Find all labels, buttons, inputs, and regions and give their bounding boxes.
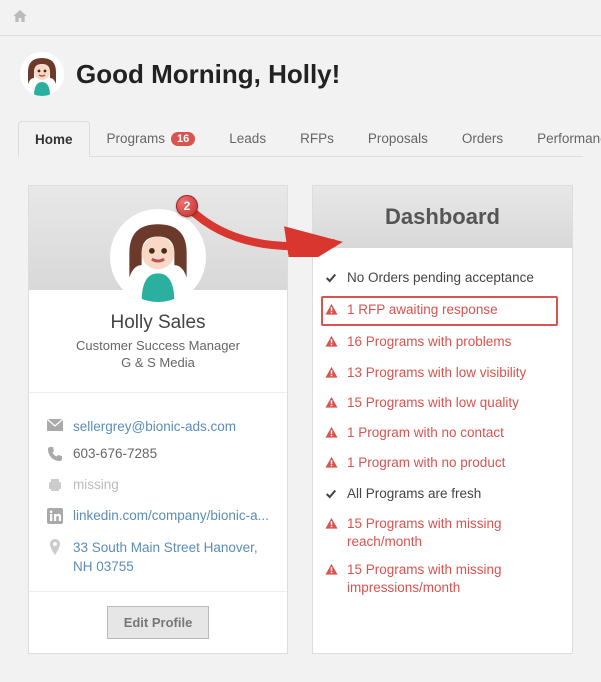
warning-icon	[325, 303, 339, 321]
dashboard-item[interactable]: All Programs are fresh	[325, 480, 554, 510]
avatar	[20, 52, 64, 96]
check-icon	[325, 271, 339, 289]
phone-icon	[47, 446, 63, 465]
dashboard-item-text: 15 Programs with missing reach/month	[347, 515, 554, 551]
contact-address: 33 South Main Street Hanover, NH 03755	[47, 533, 269, 583]
tab-proposals[interactable]: Proposals	[351, 120, 445, 156]
dashboard-item[interactable]: No Orders pending acceptance	[325, 264, 554, 294]
contact-linkedin: linkedin.com/company/bionic-a...	[47, 502, 269, 533]
dashboard-item[interactable]: 13 Programs with low visibility	[325, 359, 554, 389]
dashboard-item-text: No Orders pending acceptance	[347, 269, 534, 287]
warning-icon	[325, 563, 339, 581]
edit-profile-button[interactable]: Edit Profile	[107, 606, 210, 639]
tab-rfps[interactable]: RFPs	[283, 120, 351, 156]
dashboard-item[interactable]: 16 Programs with problems	[325, 328, 554, 358]
tab-orders[interactable]: Orders	[445, 120, 520, 156]
warning-icon	[325, 366, 339, 384]
dashboard-item-text: 13 Programs with low visibility	[347, 364, 526, 382]
card-footer: Edit Profile	[29, 591, 287, 653]
profile-header	[29, 186, 287, 290]
linkedin-link[interactable]: linkedin.com/company/bionic-a...	[73, 508, 269, 523]
profile-card: Holly Sales Customer Success Manager G &…	[28, 185, 288, 654]
contact-list: sellergrey@bionic-ads.com 603-676-7285 m…	[29, 401, 287, 591]
tab-leads[interactable]: Leads	[212, 120, 283, 156]
top-bar	[0, 0, 601, 36]
dashboard-item[interactable]: 15 Programs with missing impressions/mon…	[325, 556, 554, 602]
map-pin-icon	[47, 539, 63, 558]
page-header: Good Morning, Holly!	[0, 36, 601, 120]
tab-programs[interactable]: Programs16	[90, 120, 213, 156]
address-link[interactable]: 33 South Main Street Hanover, NH 03755	[73, 539, 269, 577]
home-icon[interactable]	[12, 11, 28, 27]
dashboard-item-text: 1 Program with no contact	[347, 424, 504, 442]
warning-icon	[325, 426, 339, 444]
linkedin-icon	[47, 508, 63, 527]
tabs: Home Programs16 Leads RFPs Proposals Ord…	[18, 120, 583, 157]
page-title: Good Morning, Holly!	[76, 59, 340, 90]
dashboard-item-text: 16 Programs with problems	[347, 333, 511, 351]
dashboard-item-text: 15 Programs with low quality	[347, 394, 519, 412]
dashboard-title: Dashboard	[313, 186, 572, 248]
contact-email: sellergrey@bionic-ads.com	[47, 413, 269, 440]
contact-fax: missing	[47, 471, 269, 502]
dashboard-item-text: 1 RFP awaiting response	[347, 301, 498, 319]
warning-icon	[325, 456, 339, 474]
dashboard-card: Dashboard No Orders pending acceptance 1 …	[312, 185, 573, 654]
tab-home[interactable]: Home	[18, 121, 90, 157]
divider	[29, 392, 287, 393]
profile-name: Holly Sales	[45, 312, 271, 334]
dashboard-item-text: 15 Programs with missing impressions/mon…	[347, 561, 554, 597]
dashboard-item-text: 1 Program with no product	[347, 454, 505, 472]
contact-phone: 603-676-7285	[47, 440, 269, 471]
warning-icon	[325, 517, 339, 535]
dashboard-item-text: All Programs are fresh	[347, 485, 481, 503]
dashboard-item[interactable]: 1 RFP awaiting response	[321, 296, 558, 326]
profile-avatar	[113, 212, 203, 302]
profile-org: G & S Media	[45, 355, 271, 370]
fax-icon	[47, 477, 63, 496]
dashboard-list: No Orders pending acceptance 1 RFP awaiti…	[313, 248, 572, 621]
content: Holly Sales Customer Success Manager G &…	[0, 157, 601, 682]
fax-text: missing	[73, 477, 269, 492]
tab-performance[interactable]: Performance	[520, 120, 601, 156]
dashboard-item[interactable]: 1 Program with no product	[325, 449, 554, 479]
check-icon	[325, 487, 339, 505]
warning-icon	[325, 335, 339, 353]
dashboard-item[interactable]: 1 Program with no contact	[325, 419, 554, 449]
phone-text: 603-676-7285	[73, 446, 269, 461]
programs-badge: 16	[171, 132, 195, 146]
dashboard-item[interactable]: 15 Programs with missing reach/month	[325, 510, 554, 556]
warning-icon	[325, 396, 339, 414]
profile-role: Customer Success Manager	[45, 338, 271, 353]
envelope-icon	[47, 419, 63, 434]
email-link[interactable]: sellergrey@bionic-ads.com	[73, 419, 269, 434]
dashboard-item[interactable]: 15 Programs with low quality	[325, 389, 554, 419]
